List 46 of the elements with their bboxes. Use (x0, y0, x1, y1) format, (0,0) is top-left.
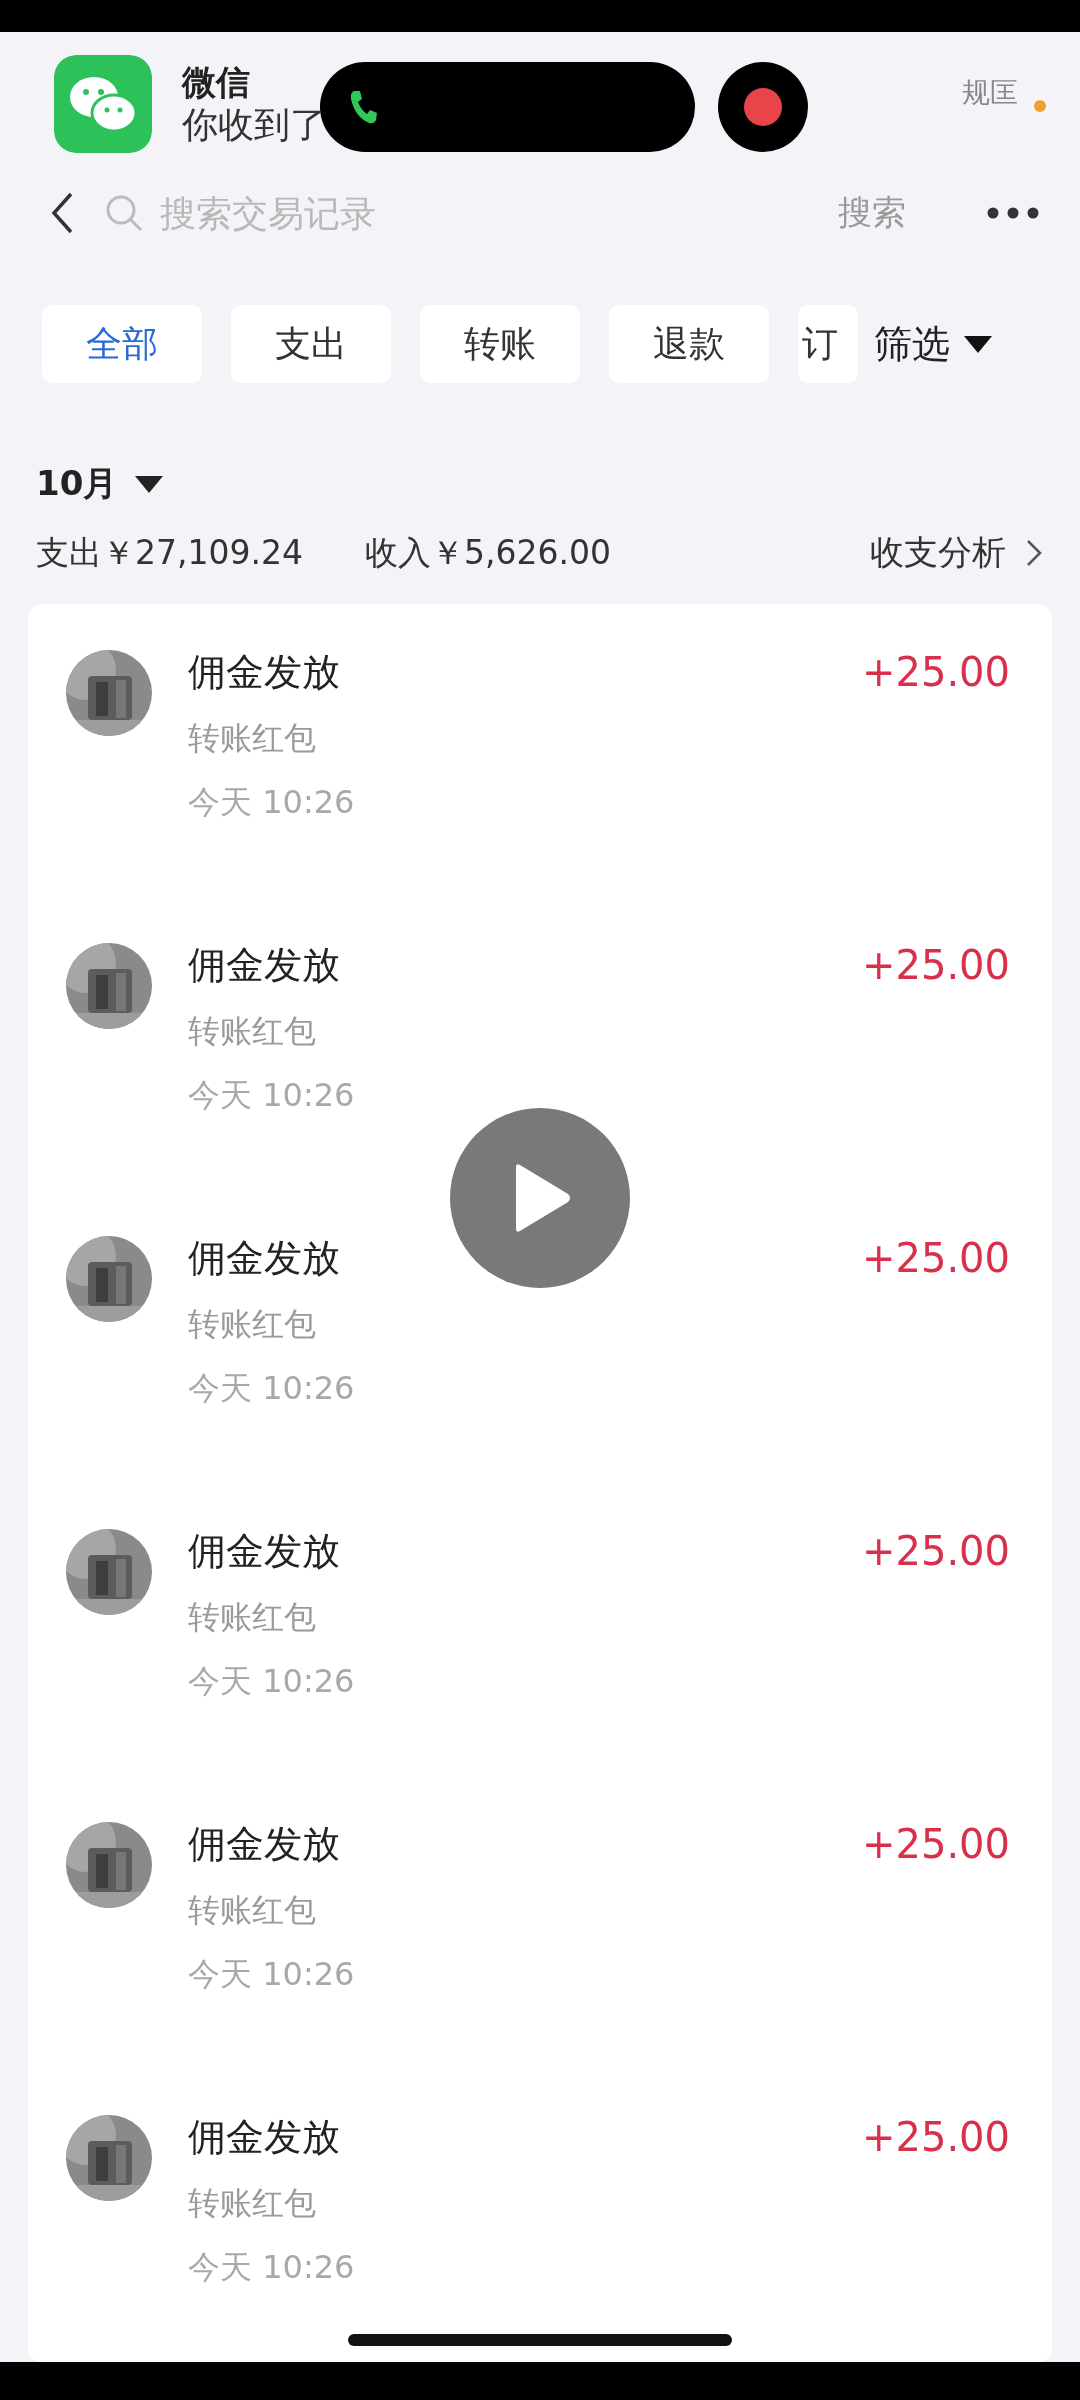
dropdown-icon (964, 334, 992, 355)
month-selector[interactable]: 10月 (36, 460, 164, 507)
back-icon[interactable] (50, 191, 74, 236)
transaction-type: 转账红包 (188, 718, 317, 758)
transaction-type: 转账红包 (188, 1597, 317, 1637)
status-text: 规匡 (962, 75, 1018, 111)
transaction-time: 今天 10:26 (188, 1954, 356, 1994)
analysis-link[interactable]: 收支分析 (870, 530, 1042, 577)
transaction-time: 今天 10:26 (188, 1075, 356, 1115)
search-icon (104, 193, 144, 234)
tab[interactable]: 退款 (609, 305, 769, 384)
notification-app-name: 微信 (182, 60, 251, 103)
transaction-amount: +25.00 (861, 941, 1010, 990)
record-dot-icon (742, 86, 784, 128)
income-total: 收入￥5,626.00 (364, 531, 611, 574)
phone-icon (348, 89, 378, 125)
transaction-amount: +25.00 (861, 1527, 1010, 1576)
chevron-right-icon (1026, 539, 1042, 568)
transaction-type: 转账红包 (188, 2183, 317, 2223)
transaction-time: 今天 10:26 (188, 782, 356, 822)
transaction-time: 今天 10:26 (188, 1368, 356, 1408)
transaction-title: 佣金发放 (188, 649, 341, 696)
more-icon[interactable] (986, 206, 1040, 221)
tab[interactable]: 转账 (420, 305, 580, 384)
transaction-type: 转账红包 (188, 1890, 317, 1930)
transaction-title: 佣金发放 (188, 1821, 341, 1868)
transaction-title: 佣金发放 (188, 2114, 341, 2161)
transaction-type: 转账红包 (188, 1304, 317, 1344)
transaction-amount: +25.00 (861, 1820, 1010, 1869)
search-field[interactable]: 搜索交易记录 (158, 191, 682, 235)
transaction-type: 转账红包 (188, 1011, 317, 1051)
notification-message: 你收到了 (182, 102, 326, 147)
transaction-title: 佣金发放 (188, 1528, 341, 1575)
dropdown-icon (135, 473, 164, 494)
tab[interactable]: 订 (798, 305, 858, 384)
transaction-time: 今天 10:26 (188, 2247, 356, 2287)
transaction-amount: +25.00 (861, 648, 1010, 697)
expense-total: 支出￥27,109.24 (36, 531, 303, 574)
transaction-time: 今天 10:26 (188, 1661, 356, 1701)
tab[interactable]: 支出 (231, 305, 391, 384)
transaction-title: 佣金发放 (188, 1235, 341, 1282)
transaction-amount: +25.00 (861, 1234, 1010, 1283)
transaction-amount: +25.00 (861, 2113, 1010, 2162)
tab[interactable]: 全部 (42, 305, 202, 384)
indicator-dot (1034, 100, 1046, 112)
transaction-title: 佣金发放 (188, 942, 341, 989)
